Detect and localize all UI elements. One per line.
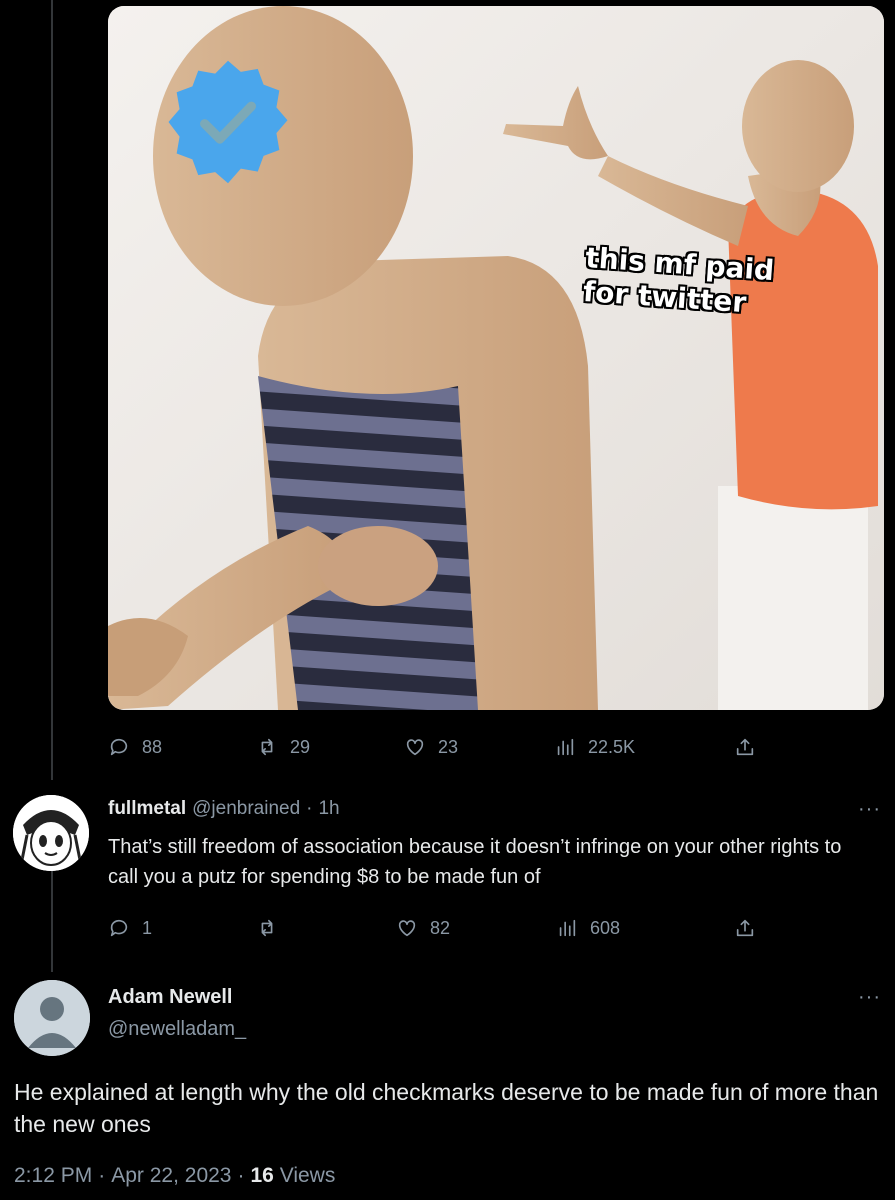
default-avatar-icon[interactable] (14, 980, 90, 1056)
views-count: 16 (250, 1164, 274, 1187)
meme-image[interactable]: this mf paid for twitter (108, 6, 884, 710)
like-action[interactable]: 82 (396, 917, 450, 939)
share-icon (736, 919, 754, 937)
reply-count: 1 (142, 917, 153, 938)
reply-author-handle[interactable]: @jenbrained (192, 798, 300, 820)
reply-icon (110, 919, 128, 937)
main-author-handle[interactable]: @newelladam_ (108, 1018, 246, 1041)
verified-badge-icon (168, 60, 288, 184)
more-icon[interactable]: ··· (858, 798, 881, 821)
tweet-date[interactable]: Apr 22, 2023 (111, 1164, 231, 1188)
tweet-metadata: 2:12 PM · Apr 22, 2023 · 16 Views (14, 1164, 335, 1188)
share-action[interactable] (734, 736, 756, 758)
share-action[interactable] (734, 917, 756, 939)
main-tweet-text: He explained at length why the old check… (14, 1079, 879, 1137)
reply-action[interactable]: 88 (108, 736, 162, 758)
reply-author-name[interactable]: fullmetal (108, 798, 186, 820)
main-author-name[interactable]: Adam Newell (108, 986, 232, 1009)
retweet-icon (261, 738, 273, 756)
thread-line-middle (51, 862, 53, 972)
retweet-action[interactable]: 29 (256, 736, 310, 758)
views-icon (559, 919, 576, 937)
thread-line-top (51, 0, 53, 780)
tweet-time[interactable]: 2:12 PM (14, 1164, 92, 1188)
like-icon (406, 739, 424, 756)
reply-tweet-text: That’s still freedom of association beca… (108, 836, 842, 888)
more-icon[interactable]: ··· (858, 986, 881, 1009)
views-action[interactable]: 22.5K (554, 736, 635, 758)
like-count: 82 (430, 917, 451, 938)
separator-dot: · (237, 1164, 245, 1187)
reply-icon (110, 738, 128, 756)
views-count: 608 (590, 917, 621, 938)
views-label: Views (279, 1164, 336, 1187)
original-tweet-actions: 88 29 23 22.5K (108, 732, 768, 762)
reply-tweet-header: fullmetal @jenbrained · 1h (108, 798, 340, 820)
views-action[interactable]: 608 (556, 917, 620, 939)
reply-timestamp[interactable]: 1h (318, 798, 339, 820)
separator-dot: · (98, 1164, 106, 1187)
reply-tweet-actions: 1 82 608 (108, 913, 768, 943)
separator-dot: · (306, 798, 313, 819)
reply-count: 88 (142, 736, 163, 757)
reply-action[interactable]: 1 (108, 917, 152, 939)
retweet-icon (261, 919, 273, 937)
retweet-count: 29 (290, 736, 311, 757)
views-count: 22.5K (588, 736, 636, 757)
views-icon (557, 738, 574, 756)
share-icon (736, 738, 754, 756)
avatar-fullmetal[interactable] (13, 795, 89, 871)
like-icon (398, 920, 416, 937)
like-action[interactable]: 23 (404, 736, 458, 758)
retweet-action[interactable] (256, 917, 290, 939)
like-count: 23 (438, 736, 459, 757)
